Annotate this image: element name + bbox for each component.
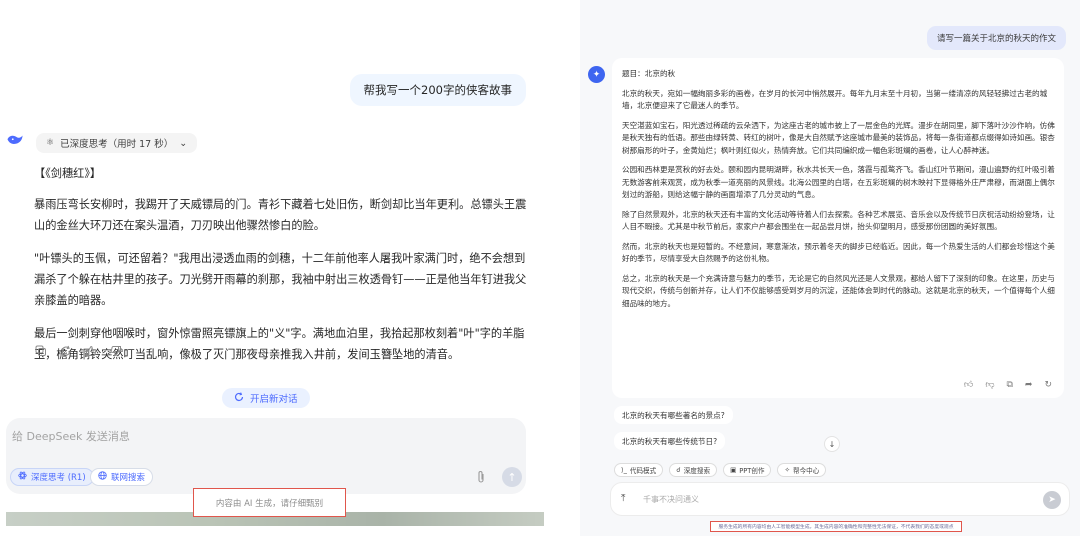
- tool-code-mode[interactable]: ⟩_ 代码模式: [614, 463, 664, 477]
- tool-deep-search[interactable]: ☌ 深度搜索: [669, 463, 718, 477]
- second-chat-panel: 请写一篇关于北京的秋天的作文 ✦ 题目：北京的秋 北京的秋天，宛如一幅绚丽多彩的…: [580, 0, 1080, 536]
- message-input[interactable]: 千事不决问通义: [643, 494, 699, 505]
- answer-paragraph: 总之，北京的秋天是一个充满诗意与魅力的季节，无论是它的自然风光还是人文景观，都给…: [622, 273, 1055, 308]
- assistant-avatar: ✦: [588, 66, 605, 83]
- user-message-bubble: 请写一篇关于北京的秋天的作文: [926, 26, 1066, 50]
- deep-think-status-chip[interactable]: ⚛ 已深度思考（用时 17 秒） ⌄: [36, 133, 198, 153]
- essay-title: 题目：北京的秋: [622, 69, 676, 78]
- thumbs-down-icon[interactable]: 👎︎: [985, 380, 994, 390]
- refresh-chat-icon: [234, 391, 244, 405]
- message-composer[interactable]: 给 DeepSeek 发送消息 深度思考 (R1) 联网搜索 ↑: [6, 418, 526, 494]
- assistant-answer-card: 题目：北京的秋 北京的秋天，宛如一幅绚丽多彩的画卷，在岁月的长河中悄然展开。每年…: [612, 58, 1064, 398]
- answer-paragraph: "叶镖头的玉佩，可还留着？"我甩出浸透血雨的剑穗，十二年前他率人屠我叶家满门时，…: [34, 252, 527, 307]
- chevron-down-icon: ⌄: [179, 137, 188, 149]
- regenerate-icon[interactable]: [59, 344, 73, 358]
- ai-disclaimer: 内容由 AI 生成，请仔细甄别: [193, 488, 346, 517]
- answer-actions: 👍︎ 👎︎ ⧉ ➦ ↻: [964, 380, 1052, 390]
- answer-paragraph: 公园和西林更是赏秋的好去处。颐和园内昆明湖畔，秋水共长天一色，落霞与孤鹜齐飞。香…: [622, 165, 1055, 199]
- tool-label: 帮今中心: [793, 467, 820, 475]
- upload-icon[interactable]: ⤒: [621, 493, 625, 504]
- thumbs-down-icon[interactable]: [109, 344, 123, 358]
- answer-paragraph: 除了自然景观外，北京的秋天还有丰富的文化活动等待着人们去探索。各种艺术展览、音乐…: [622, 209, 1055, 232]
- search-icon: ☌: [676, 466, 681, 474]
- assistant-answer: 题目：北京的秋 北京的秋天，宛如一幅绚丽多彩的画卷，在岁月的长河中悄然展开。每年…: [622, 68, 1058, 317]
- suggested-question[interactable]: 北京的秋天有哪些著名的景点?: [614, 406, 733, 424]
- tool-label: 代码模式: [629, 467, 657, 475]
- send-button[interactable]: ↑: [502, 467, 522, 487]
- magic-icon: ✧: [784, 466, 790, 474]
- scroll-down-button[interactable]: ↓: [824, 436, 840, 452]
- tool-label: PPT创作: [739, 467, 765, 475]
- share-icon[interactable]: ➦: [1025, 380, 1033, 390]
- tool-center[interactable]: ✧ 帮今中心: [777, 463, 827, 477]
- message-composer[interactable]: ⤒ 千事不决问通义 ➤: [610, 482, 1070, 516]
- suggested-question[interactable]: 北京的秋天有哪些传统节日?: [614, 432, 726, 450]
- tool-bar: ⟩_ 代码模式 ☌ 深度搜索 ▣ PPT创作 ✧ 帮今中心: [614, 463, 827, 477]
- deep-think-toggle[interactable]: 深度思考 (R1): [10, 468, 94, 486]
- regenerate-icon[interactable]: ↻: [1044, 380, 1052, 390]
- new-chat-label: 开启新对话: [250, 394, 298, 405]
- deep-think-icon: [18, 471, 27, 483]
- assistant-logo-icon: ✦: [592, 69, 601, 80]
- new-chat-button[interactable]: 开启新对话: [222, 388, 310, 408]
- atom-icon: ⚛: [46, 138, 55, 148]
- tool-ppt[interactable]: ▣ PPT创作: [723, 463, 772, 477]
- message-input[interactable]: 给 DeepSeek 发送消息: [12, 428, 130, 444]
- story-title: 【《剑穗红》】: [34, 167, 102, 180]
- arrow-down-icon: ↓: [828, 439, 836, 449]
- answer-paragraph: 北京的秋天，宛如一幅绚丽多彩的画卷，在岁月的长河中悄然展开。每年九月末至十月初，…: [622, 88, 1048, 111]
- ppt-icon: ▣: [730, 466, 737, 474]
- answer-paragraph: 然而，北京的秋天也是短暂的。不经意间，寒意渐浓，预示着冬天的脚步已经临近。因此，…: [622, 241, 1055, 264]
- send-icon: ➤: [1048, 495, 1056, 505]
- answer-actions: [34, 344, 123, 358]
- copy-icon[interactable]: [34, 344, 48, 358]
- arrow-up-icon: ↑: [507, 470, 517, 484]
- thumbs-up-icon[interactable]: [84, 344, 98, 358]
- tool-label: 深度搜索: [683, 467, 711, 475]
- web-search-toggle[interactable]: 联网搜索: [90, 468, 154, 486]
- copy-icon[interactable]: ⧉: [1006, 380, 1012, 390]
- thumbs-up-icon[interactable]: 👍︎: [964, 380, 973, 390]
- globe-icon: [98, 471, 107, 483]
- answer-paragraph: 暴雨压弯长安柳时，我踢开了天威镖局的门。青衫下藏着七处旧伤，断剑却比当年更利。总…: [34, 198, 527, 232]
- web-search-label: 联网搜索: [111, 473, 146, 483]
- deepseek-whale-logo: [7, 135, 23, 144]
- deepseek-chat-panel: 帮我写一个200字的侠客故事 ⚛ 已深度思考（用时 17 秒） ⌄ 【《剑穗红》…: [0, 0, 548, 536]
- answer-paragraph: 天空湛蓝如宝石，阳光透过稀疏的云朵洒下，为这座古老的城市披上了一层金色的光辉。漫…: [622, 120, 1055, 155]
- send-button[interactable]: ➤: [1043, 491, 1061, 509]
- paperclip-icon[interactable]: [476, 470, 486, 487]
- code-icon: ⟩_: [621, 466, 627, 474]
- deep-think-label: 深度思考 (R1): [31, 473, 86, 483]
- think-label: 已深度思考（用时 17 秒）: [60, 139, 174, 150]
- ai-disclaimer: 服务生成的所有内容均由人工智能模型生成，其生成内容的准确性和完整性无法保证，不代…: [710, 521, 962, 532]
- user-message-bubble: 帮我写一个200字的侠客故事: [349, 74, 526, 106]
